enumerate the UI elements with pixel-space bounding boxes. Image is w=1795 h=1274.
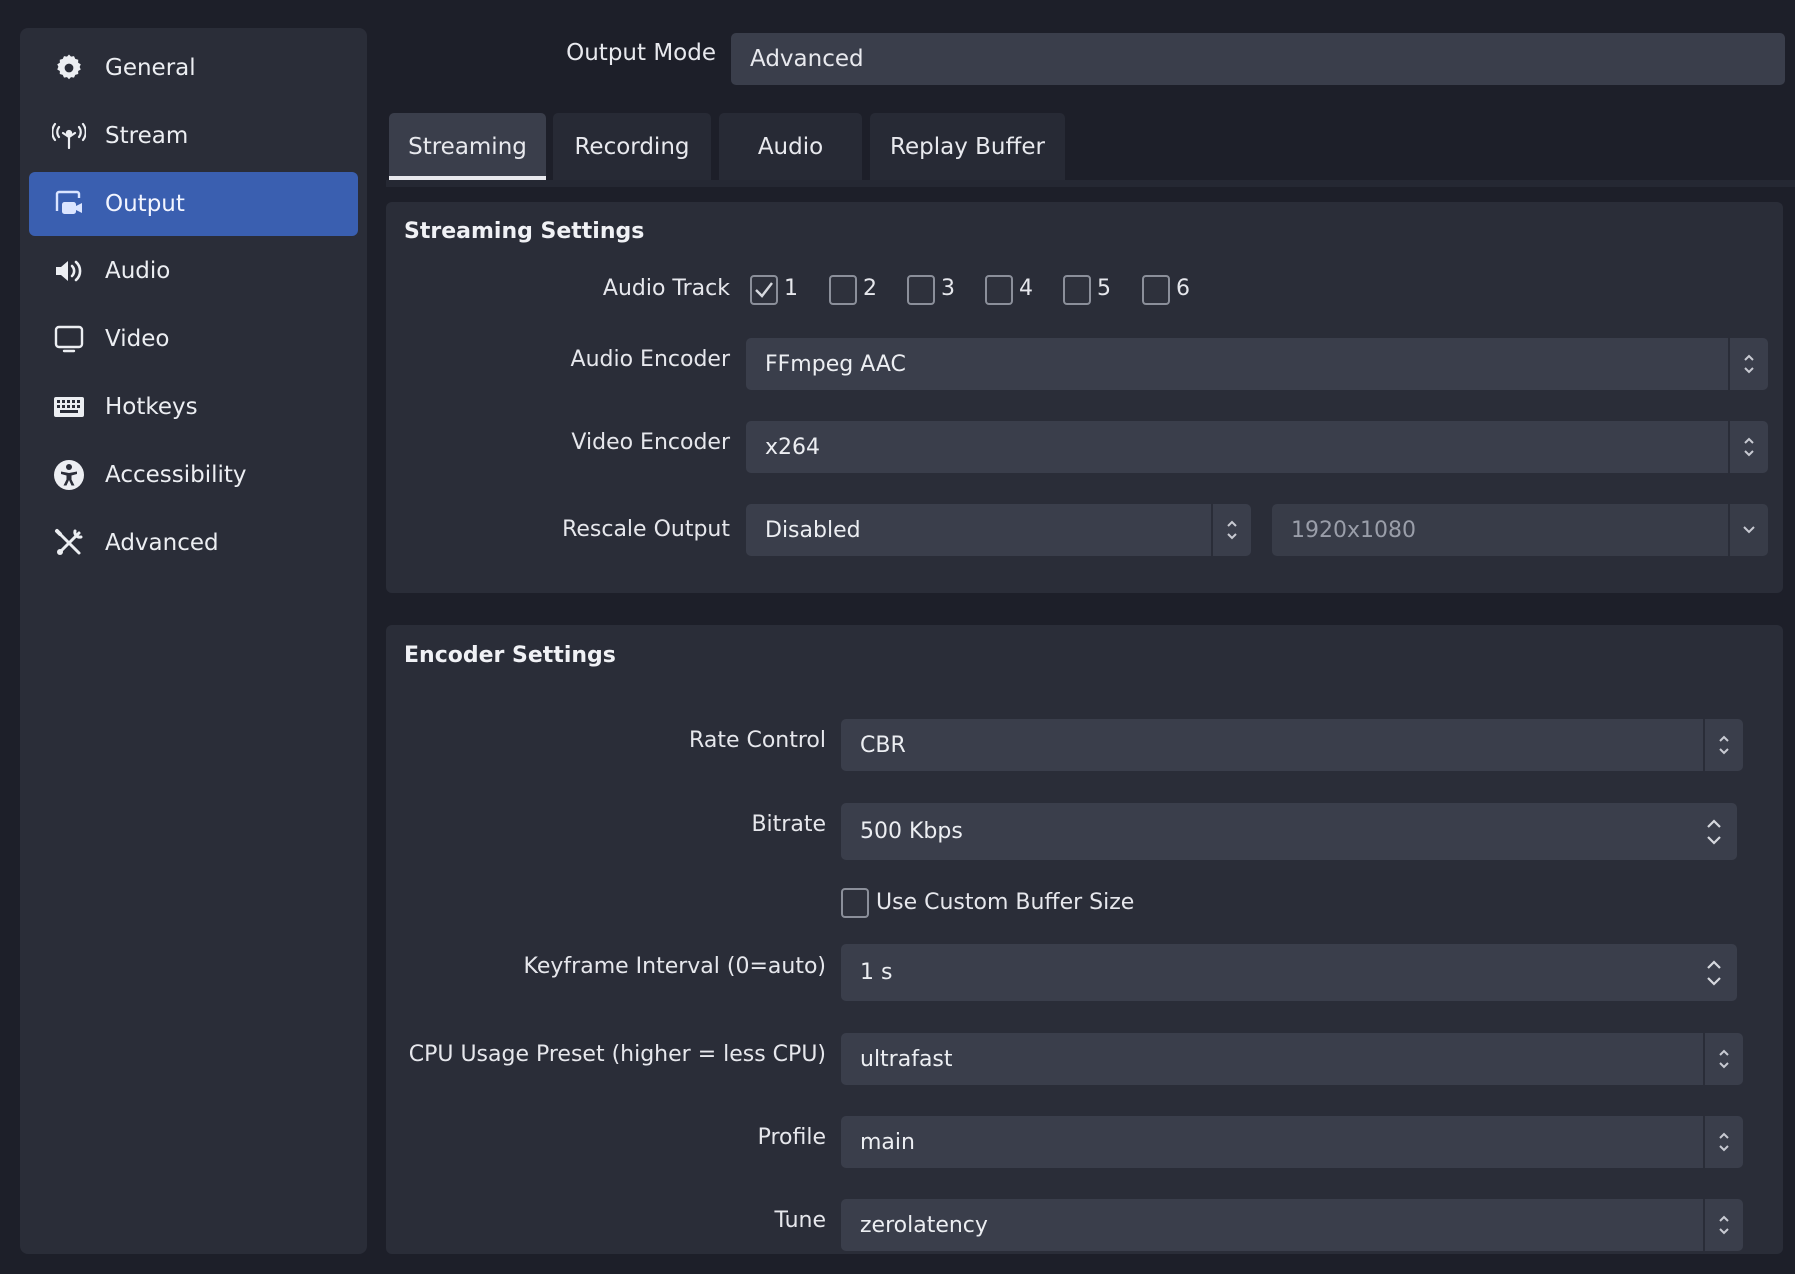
audio-track-number: 2: [863, 276, 877, 301]
audio-track-6-checkbox[interactable]: [1142, 275, 1170, 305]
keyframe-interval-label: Keyframe Interval (0=auto): [523, 954, 826, 979]
group-title: Streaming Settings: [404, 219, 645, 244]
monitor-icon: [51, 321, 87, 357]
audio-track-number: 6: [1176, 276, 1190, 301]
sidebar-item-audio[interactable]: Audio: [29, 239, 358, 303]
tab-label: Recording: [574, 133, 690, 160]
profile-label: Profile: [757, 1125, 826, 1150]
updown-arrows-icon[interactable]: [1728, 421, 1768, 473]
keyframe-interval-spinbox[interactable]: 1 s: [841, 944, 1737, 1001]
sidebar-item-advanced[interactable]: Advanced: [29, 511, 358, 575]
audio-track-3-checkbox[interactable]: [907, 275, 935, 305]
rate-control-select[interactable]: CBR: [841, 719, 1743, 771]
audio-encoder-select[interactable]: FFmpeg AAC: [746, 338, 1768, 390]
audio-track-2-checkbox[interactable]: [829, 275, 857, 305]
output-mode-value: Advanced: [750, 46, 864, 72]
audio-track-label: Audio Track: [602, 276, 730, 301]
tab-label: Streaming: [408, 133, 527, 160]
keyframe-interval-value: 1 s: [860, 960, 893, 985]
accessibility-icon: [51, 457, 87, 493]
rate-control-label: Rate Control: [689, 728, 826, 753]
wrench-screwdriver-icon: [51, 525, 87, 561]
sidebar-item-output[interactable]: Output: [29, 172, 358, 236]
spinbox-arrows[interactable]: [1701, 803, 1727, 860]
chevron-up-icon[interactable]: [1706, 959, 1722, 970]
output-icon: [51, 186, 87, 222]
updown-arrows-icon[interactable]: [1703, 1033, 1743, 1085]
cpu-preset-label: CPU Usage Preset (higher = less CPU): [408, 1042, 826, 1067]
profile-value: main: [860, 1129, 915, 1155]
sidebar-item-label: Accessibility: [105, 462, 247, 488]
sidebar-item-video[interactable]: Video: [29, 307, 358, 371]
tune-select[interactable]: zerolatency: [841, 1199, 1743, 1251]
audio-track-number: 5: [1097, 276, 1111, 301]
video-encoder-value: x264: [765, 434, 821, 460]
keyboard-icon: [51, 389, 87, 425]
chevron-down-icon[interactable]: [1706, 976, 1722, 986]
chevron-down-icon[interactable]: [1706, 835, 1722, 845]
sidebar-item-label: Output: [105, 191, 185, 217]
audio-track-5-checkbox[interactable]: [1063, 275, 1091, 305]
gear-icon: [51, 50, 87, 86]
speaker-icon: [51, 253, 87, 289]
output-mode-label: Output Mode: [566, 40, 716, 66]
sidebar-item-label: Audio: [105, 258, 171, 284]
updown-arrows-icon[interactable]: [1211, 504, 1251, 556]
audio-track-1-checkbox[interactable]: [750, 275, 778, 305]
tab-label: Audio: [757, 133, 824, 160]
chevron-up-icon[interactable]: [1706, 818, 1722, 829]
sidebar-item-stream[interactable]: Stream: [29, 104, 358, 168]
sidebar-item-label: Hotkeys: [105, 394, 198, 420]
custom-buffer-checkbox[interactable]: [841, 888, 869, 918]
audio-track-number: 4: [1019, 276, 1033, 301]
sidebar-item-label: General: [105, 55, 196, 81]
rescale-output-label: Rescale Output: [562, 517, 730, 542]
tab-streaming[interactable]: Streaming: [389, 113, 546, 180]
rescale-output-select[interactable]: Disabled: [746, 504, 1251, 556]
rate-control-value: CBR: [860, 732, 906, 758]
audio-track-number: 1: [784, 276, 798, 301]
audio-encoder-value: FFmpeg AAC: [765, 351, 906, 377]
updown-arrows-icon[interactable]: [1703, 1116, 1743, 1168]
output-mode-select[interactable]: Advanced: [731, 33, 1785, 85]
sidebar-item-label: Advanced: [105, 530, 219, 556]
bitrate-label: Bitrate: [751, 812, 826, 837]
rescale-resolution-value: 1920x1080: [1291, 517, 1416, 543]
audio-encoder-label: Audio Encoder: [570, 347, 730, 372]
group-title: Encoder Settings: [404, 643, 616, 668]
updown-arrows-icon[interactable]: [1728, 338, 1768, 390]
checkmark-icon: [755, 282, 773, 298]
rescale-output-value: Disabled: [765, 517, 861, 543]
audio-track-number: 3: [941, 276, 955, 301]
profile-select[interactable]: main: [841, 1116, 1743, 1168]
updown-arrows-icon[interactable]: [1703, 719, 1743, 771]
updown-arrows-icon[interactable]: [1703, 1199, 1743, 1251]
tune-value: zerolatency: [860, 1212, 988, 1238]
video-encoder-label: Video Encoder: [571, 430, 730, 455]
sidebar-item-hotkeys[interactable]: Hotkeys: [29, 375, 358, 439]
bitrate-value: 500 Kbps: [860, 819, 963, 844]
audio-track-4-checkbox[interactable]: [985, 275, 1013, 305]
bitrate-spinbox[interactable]: 500 Kbps: [841, 803, 1737, 860]
sidebar-item-general[interactable]: General: [29, 36, 358, 100]
video-encoder-select[interactable]: x264: [746, 421, 1768, 473]
cpu-preset-value: ultrafast: [860, 1046, 953, 1072]
tab-label: Replay Buffer: [890, 133, 1045, 160]
tab-audio[interactable]: Audio: [719, 113, 862, 180]
spinbox-arrows[interactable]: [1701, 944, 1727, 1001]
sidebar-item-label: Video: [105, 326, 170, 352]
tab-bar-divider: [386, 180, 1795, 187]
antenna-icon: [51, 118, 87, 154]
sidebar-item-label: Stream: [105, 123, 189, 149]
settings-sidebar: General Stream Output Audio Video Hotkey…: [20, 28, 367, 1254]
cpu-preset-select[interactable]: ultrafast: [841, 1033, 1743, 1085]
sidebar-item-accessibility[interactable]: Accessibility: [29, 443, 358, 507]
tune-label: Tune: [774, 1208, 826, 1233]
chevron-down-icon[interactable]: [1728, 504, 1768, 556]
rescale-resolution-select[interactable]: 1920x1080: [1272, 504, 1768, 556]
custom-buffer-label: Use Custom Buffer Size: [876, 890, 1135, 915]
tab-replay-buffer[interactable]: Replay Buffer: [870, 113, 1065, 180]
tab-recording[interactable]: Recording: [553, 113, 711, 180]
